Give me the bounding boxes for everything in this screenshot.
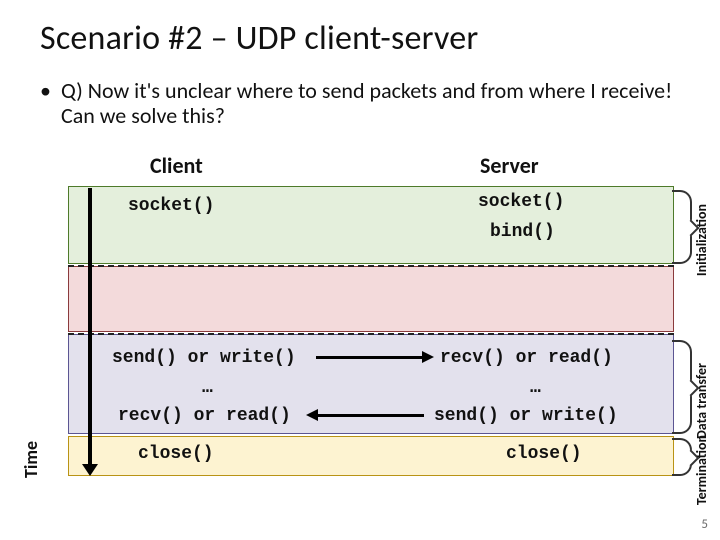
phase-label-initialization: Initialization <box>693 204 710 276</box>
client-ellipsis: … <box>202 378 213 398</box>
slide: Scenario #2 – UDP client-server • Q) Now… <box>0 0 720 540</box>
time-axis-label: Time <box>20 441 42 478</box>
bullet-dot: • <box>40 78 51 129</box>
server-send-call: send() or write() <box>434 406 618 426</box>
slide-title: Scenario #2 – UDP client-server <box>40 18 478 59</box>
bullet-text: Q) Now it's unclear where to send packet… <box>61 78 680 129</box>
page-number: 5 <box>701 517 708 532</box>
dashed-separator <box>68 265 674 267</box>
server-ellipsis: … <box>530 378 541 398</box>
server-socket-call: socket() <box>478 192 564 212</box>
column-header-client: Client <box>150 152 203 179</box>
brace-data-transfer <box>672 340 692 434</box>
client-socket-call: socket() <box>128 196 214 216</box>
client-send-call: send() or write() <box>112 348 296 368</box>
server-recv-call: recv() or read() <box>440 348 613 368</box>
client-recv-call: recv() or read() <box>118 406 291 426</box>
server-bind-call: bind() <box>490 222 555 242</box>
bullet-line: • Q) Now it's unclear where to send pack… <box>40 78 680 129</box>
arrow-client-to-server <box>316 356 424 359</box>
server-close-call: close() <box>506 444 582 464</box>
phase-label-data-transfer: Data transfer <box>693 363 710 439</box>
column-header-server: Server <box>480 152 539 179</box>
brace-initialization <box>672 190 692 264</box>
arrow-server-to-client <box>316 414 424 417</box>
time-axis-arrow <box>88 188 92 464</box>
client-close-call: close() <box>138 444 214 464</box>
brace-termination <box>672 438 692 476</box>
phase-band-middle <box>68 266 674 332</box>
dashed-separator <box>68 333 674 335</box>
phase-label-termination: Termination <box>693 435 710 505</box>
